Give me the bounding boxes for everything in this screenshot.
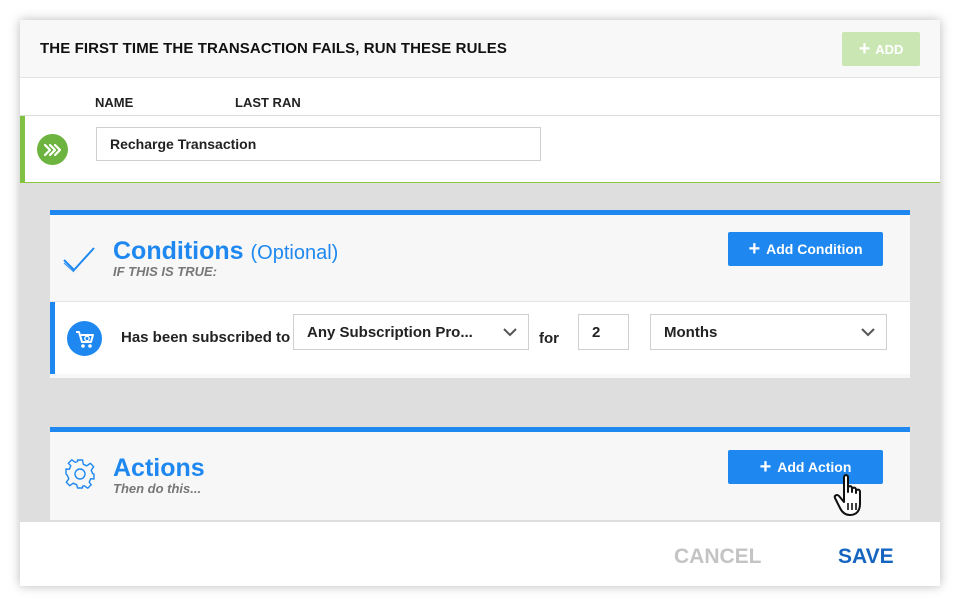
actions-subtitle: Then do this... [113, 481, 202, 496]
add-rule-button[interactable]: + ADD [842, 32, 920, 66]
subscription-product-value: Any Subscription Pro... [307, 323, 473, 341]
dialog-title: THE FIRST TIME THE TRANSACTION FAILS, RU… [40, 40, 507, 57]
save-button[interactable]: SAVE [838, 545, 894, 569]
chevron-down-icon [502, 324, 518, 344]
column-header-last-ran: LAST RAN [235, 95, 301, 110]
for-label: for [539, 330, 559, 347]
add-condition-label: Add Condition [766, 241, 863, 257]
rules-dialog: THE FIRST TIME THE TRANSACTION FAILS, RU… [20, 20, 940, 586]
rule-row-accent [20, 116, 25, 182]
conditions-title-text: Conditions [113, 237, 244, 265]
actions-title: Actions [113, 454, 205, 482]
condition-row-accent [50, 302, 55, 374]
condition-row: Has been subscribed to Any Subscription … [50, 301, 910, 374]
plus-icon: + [759, 456, 772, 478]
chevron-down-icon [860, 324, 876, 344]
subscription-product-select[interactable]: Any Subscription Pro... [293, 314, 529, 350]
conditions-optional: (Optional) [250, 242, 339, 264]
plus-icon: + [748, 238, 761, 260]
duration-unit-select[interactable]: Months [650, 314, 887, 350]
checkmark-icon [62, 245, 96, 278]
rule-editor-area: Conditions (Optional) IF THIS IS TRUE: +… [20, 183, 940, 522]
add-rule-label: ADD [875, 41, 904, 57]
condition-label: Has been subscribed to [121, 329, 291, 346]
rule-name-input[interactable]: Recharge Transaction [96, 127, 541, 161]
actions-panel: Actions Then do this... + Add Action [50, 427, 910, 520]
dialog-header: THE FIRST TIME THE TRANSACTION FAILS, RU… [20, 20, 940, 78]
conditions-title: Conditions (Optional) [113, 237, 338, 266]
add-condition-button[interactable]: + Add Condition [728, 232, 883, 266]
column-header-name: NAME [95, 95, 134, 110]
gear-icon [63, 457, 97, 496]
conditions-panel: Conditions (Optional) IF THIS IS TRUE: +… [50, 210, 910, 378]
conditions-subtitle: IF THIS IS TRUE: [113, 264, 217, 279]
cart-icon [67, 321, 102, 356]
plus-icon: + [858, 38, 871, 60]
chevrons-right-icon [37, 134, 68, 165]
cancel-button[interactable]: CANCEL [674, 545, 762, 569]
duration-unit-value: Months [664, 323, 718, 341]
duration-quantity-input[interactable]: 2 [578, 314, 629, 350]
rule-row[interactable]: Recharge Transaction [20, 115, 940, 184]
hand-pointer-icon [833, 473, 873, 524]
